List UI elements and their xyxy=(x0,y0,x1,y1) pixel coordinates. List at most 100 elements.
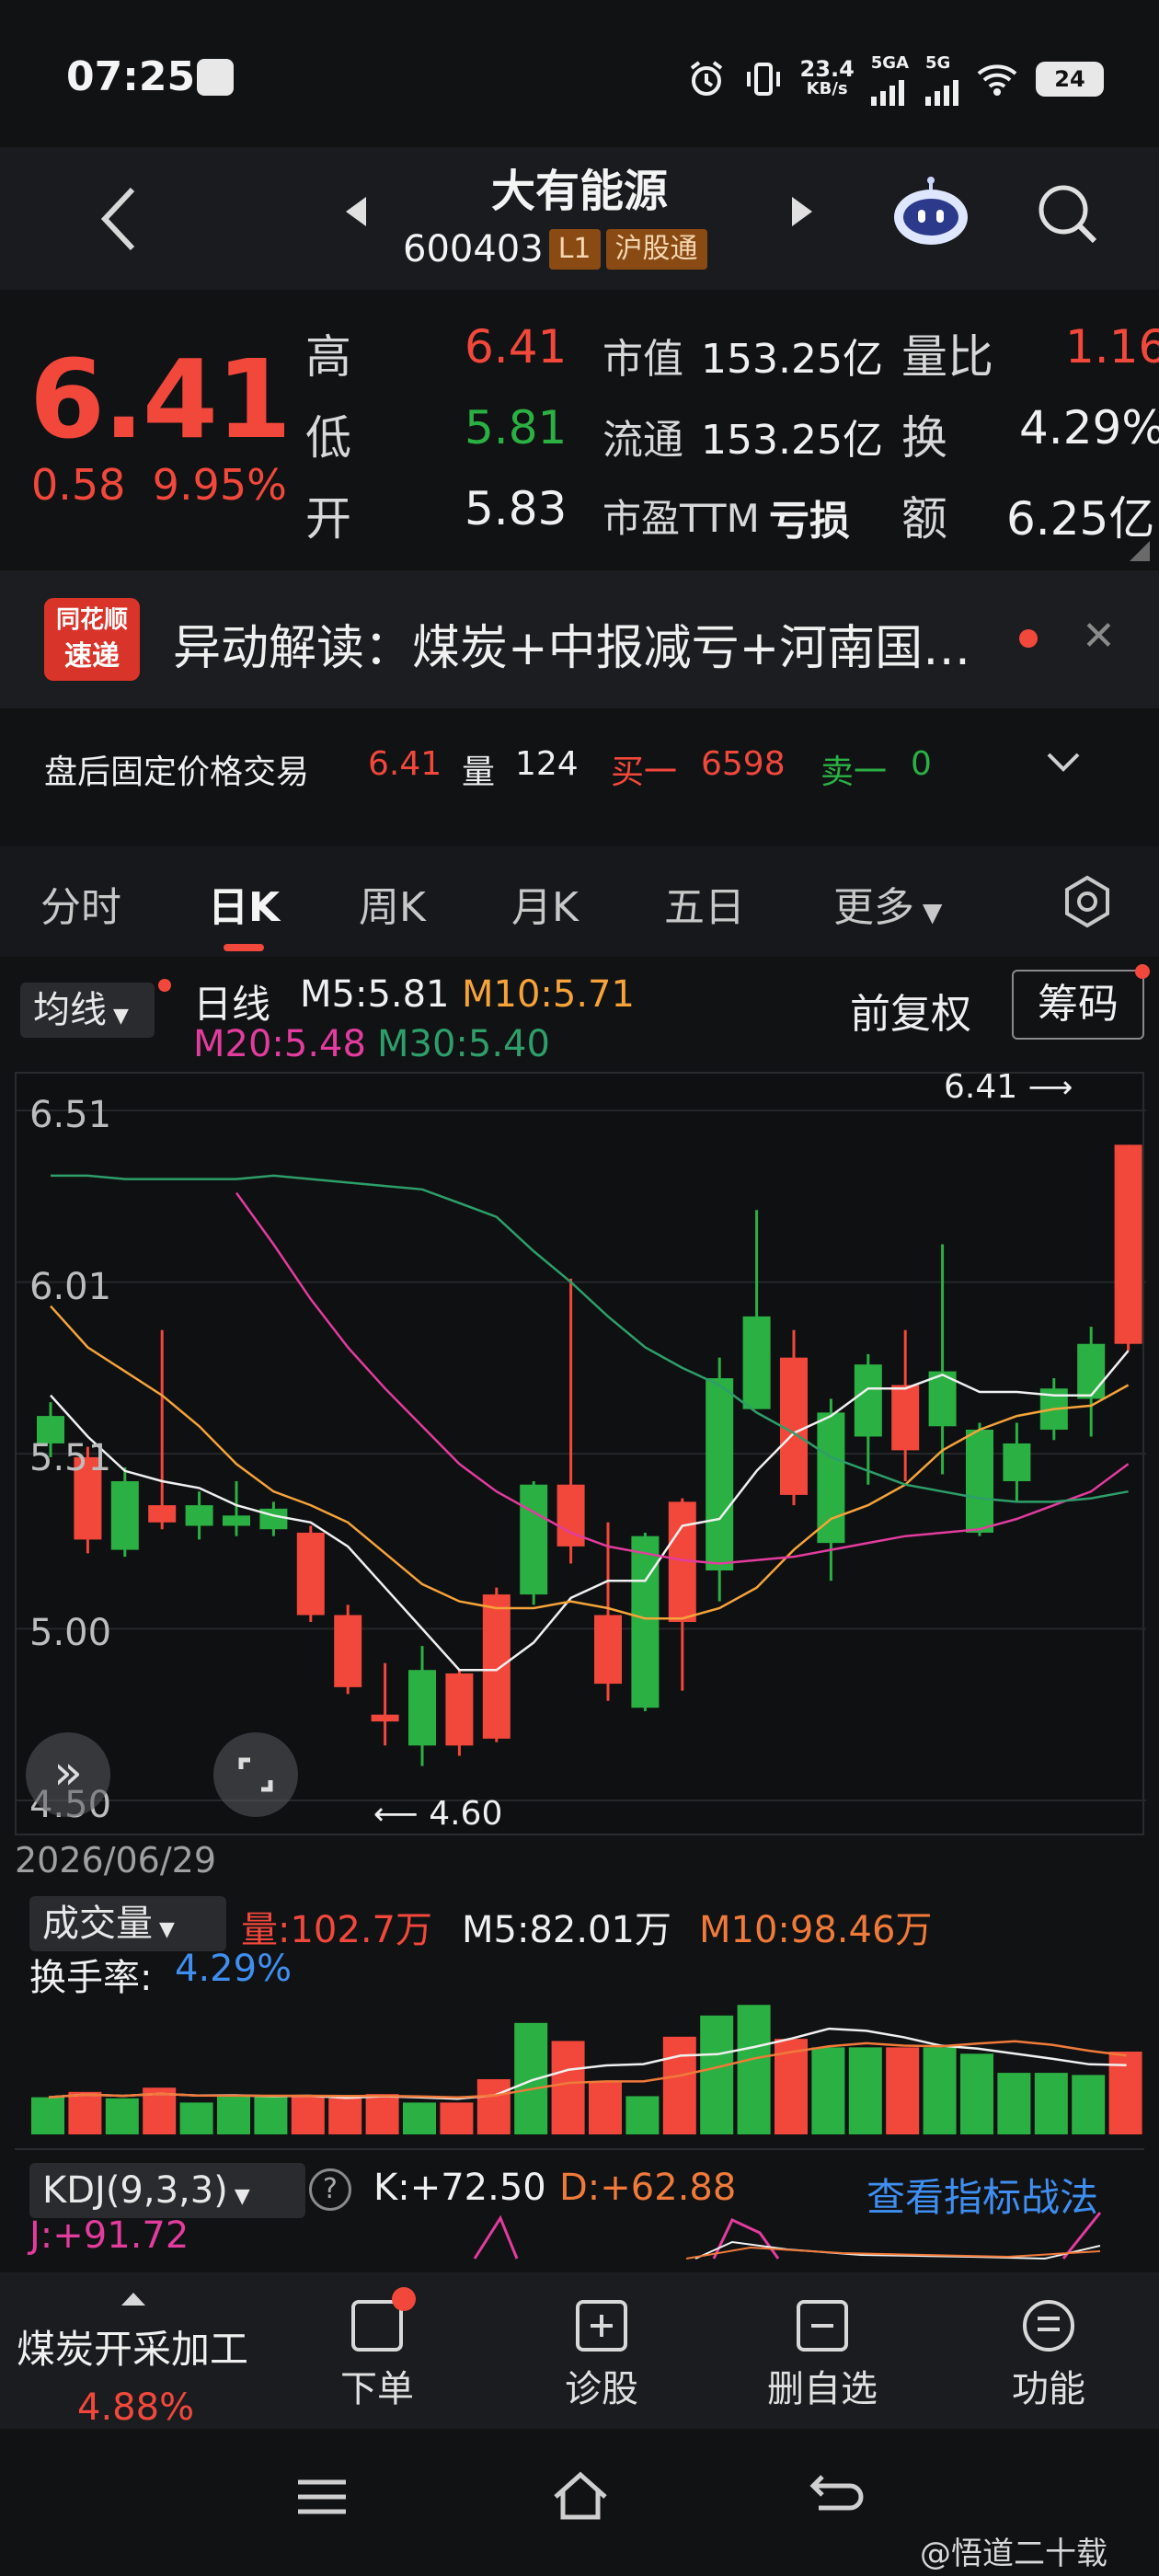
volume-bar xyxy=(105,2098,139,2134)
volume-bar xyxy=(254,2096,288,2134)
expand-corner-icon[interactable] xyxy=(1130,541,1150,561)
fullscreen-icon[interactable] xyxy=(213,1732,298,1817)
caret-down-icon: ▼ xyxy=(914,897,943,927)
after-hours-vol: 124 xyxy=(515,745,579,783)
candle xyxy=(445,1670,474,1756)
ma20-value: M20:5.48 xyxy=(193,1023,366,1065)
candle xyxy=(148,1329,177,1530)
fast-forward-icon[interactable]: » xyxy=(26,1732,110,1817)
candle-body xyxy=(296,1532,325,1616)
home-icon[interactable] xyxy=(550,2469,611,2523)
adjust-selector[interactable]: 前复权 xyxy=(850,981,971,1040)
low-value: 5.81 xyxy=(465,401,568,454)
volume-bar xyxy=(589,2081,622,2134)
volume-bar xyxy=(328,2098,362,2134)
settings-icon[interactable] xyxy=(1060,874,1115,929)
kdj-selector[interactable]: KDJ(9,3,3) ▼ xyxy=(29,2163,305,2218)
level-tag: L1 xyxy=(548,229,601,270)
tab-monthly[interactable]: 月K xyxy=(511,874,579,933)
volume-bar xyxy=(625,2096,660,2134)
ask-label: 卖一 xyxy=(820,753,888,791)
recents-icon[interactable] xyxy=(294,2475,350,2521)
remove-watchlist-button[interactable]: 删自选 xyxy=(758,2300,887,2412)
volume-bar xyxy=(68,2091,102,2134)
candle xyxy=(1003,1422,1031,1502)
signal-5g: 5G xyxy=(925,53,958,106)
bid-label: 买一 xyxy=(611,753,678,791)
tab-intraday[interactable]: 分时 xyxy=(40,874,121,933)
high-label: 高 xyxy=(305,330,351,384)
function-button[interactable]: 功能 xyxy=(984,2300,1113,2412)
tab-weekly[interactable]: 周K xyxy=(359,874,426,933)
stock-code-row: 600403 L1 沪股通 xyxy=(403,225,707,273)
candle-body xyxy=(148,1505,177,1523)
menu-icon xyxy=(1023,2300,1074,2352)
ai-assistant-icon[interactable] xyxy=(890,177,971,247)
period-label: 日线 xyxy=(193,982,271,1027)
net-speed: 23.4 KB/s xyxy=(799,56,855,98)
tab-daily[interactable]: 日K xyxy=(208,874,280,933)
ma30-value: M30:5.40 xyxy=(377,1023,550,1065)
candle xyxy=(1114,1144,1142,1351)
close-icon[interactable]: ✕ xyxy=(1082,613,1116,660)
tab-more[interactable]: 更多 ▼ xyxy=(833,874,942,933)
after-hours-price: 6.41 xyxy=(368,745,442,783)
candle xyxy=(408,1646,436,1766)
live-dot xyxy=(158,979,171,992)
y-tick-label: 6.51 xyxy=(29,1094,112,1136)
diagnose-button[interactable]: 诊股 xyxy=(537,2300,666,2412)
candle-body xyxy=(706,1378,734,1570)
next-stock-icon[interactable] xyxy=(788,193,816,230)
candle xyxy=(817,1398,845,1581)
search-icon[interactable] xyxy=(1034,180,1100,247)
candle-body xyxy=(445,1673,474,1746)
help-icon[interactable]: ? xyxy=(309,2168,351,2211)
candle xyxy=(742,1210,771,1409)
order-button[interactable]: 下单 xyxy=(313,2287,442,2412)
caret-up-icon[interactable] xyxy=(120,2289,147,2307)
volume-bar xyxy=(997,2073,1031,2134)
volume-bar xyxy=(551,2041,585,2134)
order-icon xyxy=(351,2287,416,2352)
date-start: 2026/06/29 xyxy=(15,1840,217,1880)
high-marker: 6.41 ⟶ xyxy=(944,1068,1073,1106)
notification-icon xyxy=(197,59,234,96)
chips-button[interactable]: 筹码 xyxy=(1012,970,1144,1040)
mktcap-label: 市值 xyxy=(602,336,683,383)
candle-body xyxy=(594,1615,622,1685)
back-icon[interactable] xyxy=(809,2471,865,2521)
after-hours-row[interactable]: 盘后固定价格交易 6.41 量 124 买一 6598 卖一 0 xyxy=(0,718,1159,810)
candle xyxy=(891,1329,920,1481)
current-price: 6.41 xyxy=(29,336,292,463)
sector-name[interactable]: 煤炭开采加工 xyxy=(17,2318,248,2375)
price-change: 0.58 9.95% xyxy=(31,460,287,510)
news-headline[interactable]: 异动解读：煤炭+中报减亏+河南国… xyxy=(173,609,970,678)
open-label: 开 xyxy=(305,492,351,546)
ma-selector[interactable]: 均线 ▼ xyxy=(20,983,155,1038)
candle xyxy=(854,1353,882,1485)
tab-five-day[interactable]: 五日 xyxy=(664,874,745,933)
kline-chart[interactable]: 6.516.015.515.004.50 6.41 ⟶ ⟵ 4.60 » xyxy=(15,1068,1146,1835)
low-marker: ⟵ 4.60 xyxy=(373,1795,503,1833)
chevron-down-icon[interactable] xyxy=(1045,749,1082,775)
kdj-panel: KDJ(9,3,3) ▼ ? K:+72.50 D:+62.88 J:+91.7… xyxy=(15,2148,1144,2260)
volume-selector[interactable]: 成交量 ▼ xyxy=(29,1896,226,1951)
kline-header: 均线 ▼ 日线 M5:5.81 M10:5.71 M20:5.48 M30:5.… xyxy=(0,957,1159,1076)
candle-body xyxy=(891,1385,920,1451)
volume-bar xyxy=(365,2094,399,2134)
volume-header: 成交量 ▼ 量:102.7万 M5:82.01万 M10:98.46万 换手率:… xyxy=(15,1891,1144,1999)
kdj-k: K:+72.50 xyxy=(373,2167,546,2209)
candle-body xyxy=(742,1316,771,1409)
volume-chart xyxy=(15,1987,1144,2139)
candle-body xyxy=(482,1594,511,1739)
pe-value: 亏损 xyxy=(769,498,850,545)
float-label: 流通 xyxy=(602,417,683,464)
volume-bar xyxy=(923,2047,957,2134)
chips-dot xyxy=(1135,964,1150,979)
unread-dot xyxy=(1019,629,1038,648)
amount-label: 额 xyxy=(901,492,947,546)
volume-m10: M10:98.46万 xyxy=(699,1909,933,1951)
y-tick-label: 6.01 xyxy=(29,1265,112,1308)
volume-bar xyxy=(811,2047,845,2134)
candle xyxy=(482,1587,511,1742)
